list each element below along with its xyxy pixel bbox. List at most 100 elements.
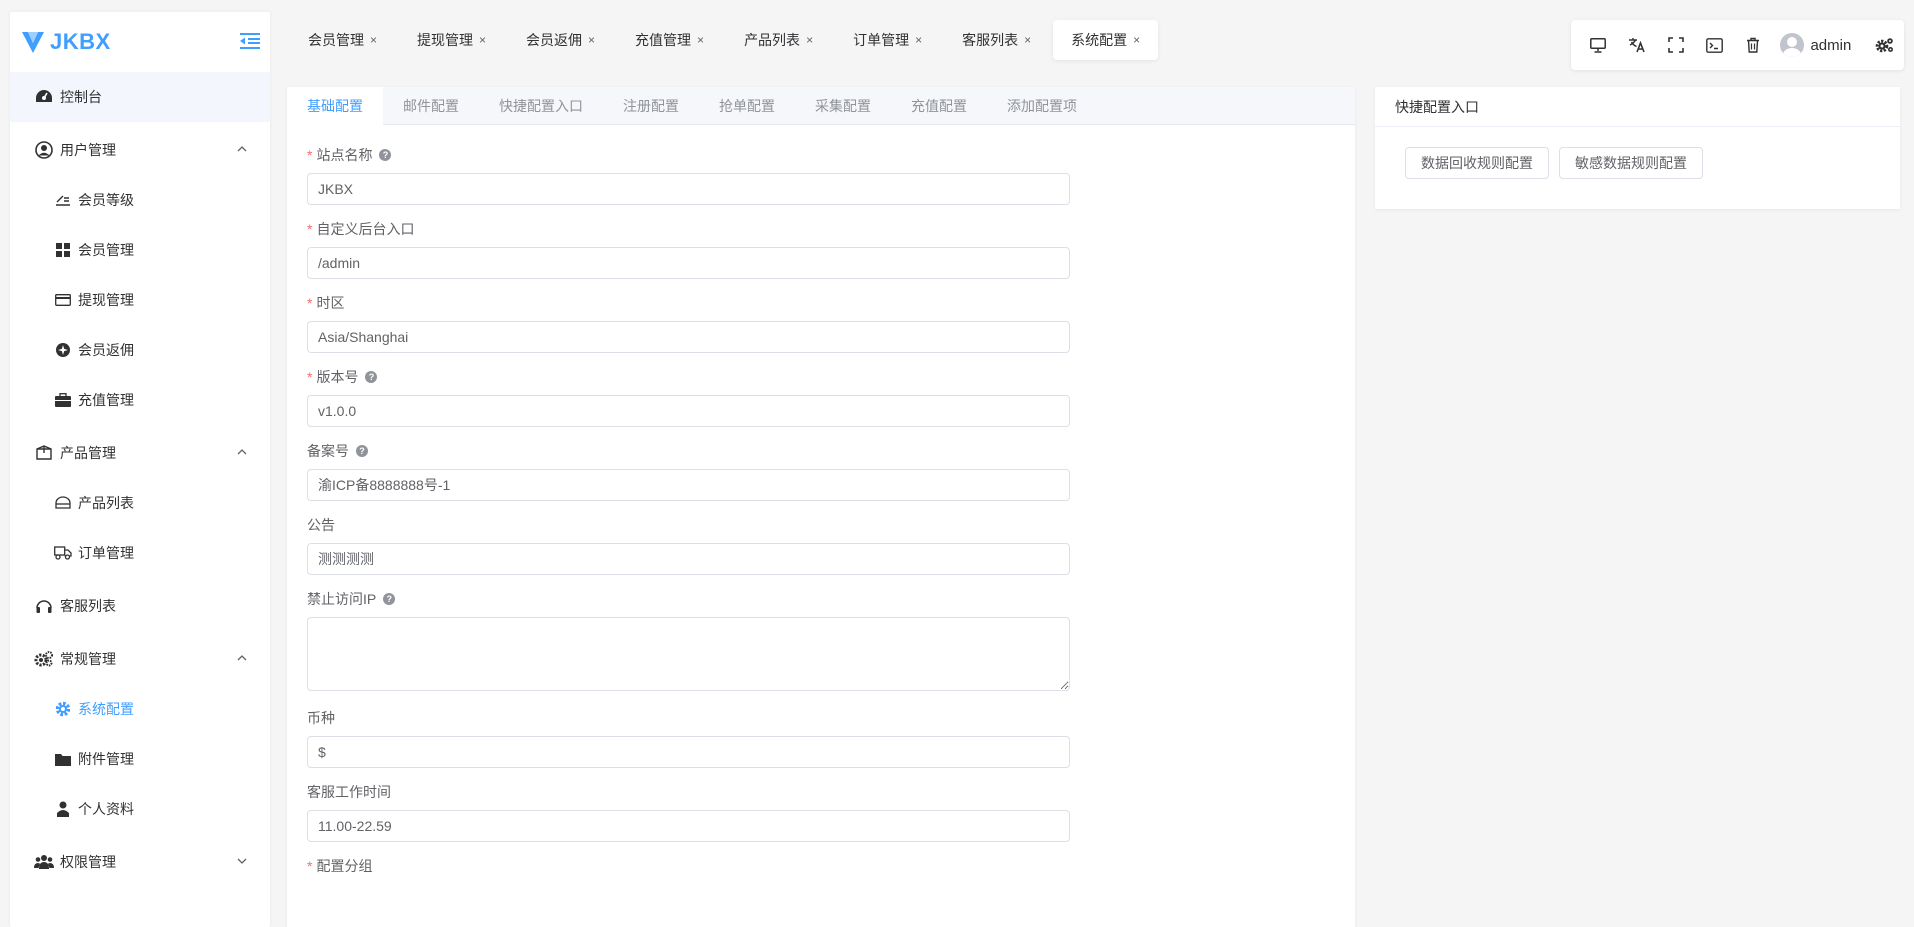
grid-icon (54, 241, 72, 259)
form-item-icp: 备案号? (307, 441, 1335, 501)
close-icon[interactable]: × (1024, 33, 1031, 47)
nav-tab-label: 会员管理 (308, 32, 364, 48)
help-icon[interactable]: ? (379, 149, 392, 161)
sidebar-group-label: 常规管理 (60, 651, 116, 667)
field-label: 备案号 (307, 443, 349, 459)
tab-basic-config[interactable]: 基础配置 (287, 87, 383, 125)
close-icon[interactable]: × (588, 33, 595, 47)
sidebar-item-dashboard[interactable]: 控制台 (10, 72, 270, 122)
sidebar-group-general[interactable]: 常规管理 (10, 634, 270, 684)
sidebar-group-label: 产品管理 (60, 445, 116, 461)
sidebar-item-label: 个人资料 (78, 801, 134, 817)
required-mark: * (307, 221, 313, 237)
nav-tab-system-config[interactable]: 系统配置 × (1053, 20, 1159, 60)
level-icon (54, 191, 72, 209)
close-icon[interactable]: × (1133, 33, 1140, 47)
nav-tab-recharge[interactable]: 充值管理 × (617, 20, 722, 60)
sidebar-item-label: 产品列表 (78, 495, 134, 511)
quick-entry-body: 数据回收规则配置 敏感数据规则配置 (1375, 127, 1900, 199)
site-name-input[interactable] (307, 173, 1070, 205)
sidebar-item-member-level[interactable]: 会员等级 (10, 175, 270, 225)
sidebar-item-withdraw[interactable]: 提现管理 (10, 275, 270, 325)
sidebar-group-product[interactable]: 产品管理 (10, 428, 270, 478)
sidebar-item-system-config[interactable]: 系统配置 (10, 684, 270, 734)
nav-tab-order[interactable]: 订单管理 × (835, 20, 940, 60)
close-icon[interactable]: × (806, 33, 813, 47)
monitor-icon[interactable] (1579, 25, 1618, 65)
help-icon[interactable]: ? (356, 445, 368, 457)
sidebar: JKBX 控制台 用户管理 会员等级 会员管理 提现管理 会员返佣 充值管理 产… (10, 12, 270, 927)
sidebar-item-label: 控制台 (60, 89, 102, 105)
help-icon[interactable]: ? (383, 593, 396, 605)
sidebar-item-product-list[interactable]: 产品列表 (10, 478, 270, 528)
box-icon (34, 443, 54, 463)
close-icon[interactable]: × (479, 33, 486, 47)
gear-icon (54, 700, 72, 718)
settings-icon[interactable] (1865, 25, 1904, 65)
nav-tab-withdraw[interactable]: 提现管理 × (399, 20, 504, 60)
field-label: 自定义后台入口 (316, 221, 415, 237)
trash-icon[interactable] (1734, 25, 1773, 65)
close-icon[interactable]: × (370, 33, 377, 47)
avatar (1780, 33, 1805, 57)
chevron-down-icon (237, 858, 247, 864)
tab-collect-config[interactable]: 采集配置 (795, 87, 891, 125)
sidebar-group-permission[interactable]: 权限管理 (10, 837, 270, 887)
sidebar-item-profile[interactable]: 个人资料 (10, 784, 270, 834)
notice-input[interactable] (307, 543, 1070, 575)
form-item-notice: 公告 (307, 515, 1335, 575)
sensitive-data-rule-button[interactable]: 敏感数据规则配置 (1559, 147, 1703, 179)
banned-ip-textarea[interactable] (307, 617, 1070, 691)
gears-icon (34, 649, 54, 669)
timezone-input[interactable] (307, 321, 1070, 353)
help-icon[interactable]: ? (365, 371, 378, 383)
version-input[interactable] (307, 395, 1070, 427)
service-hours-input[interactable] (307, 810, 1070, 842)
field-label: 配置分组 (316, 858, 373, 874)
tab-quick-entry[interactable]: 快捷配置入口 (479, 87, 603, 125)
sidebar-group-user[interactable]: 用户管理 (10, 125, 270, 175)
user-menu[interactable]: admin (1780, 33, 1851, 57)
users-icon (34, 852, 54, 872)
form-item-site-name: * 站点名称? (307, 145, 1335, 205)
sidebar-item-label: 提现管理 (78, 292, 134, 308)
tab-email-config[interactable]: 邮件配置 (383, 87, 479, 125)
sidebar-item-commission[interactable]: 会员返佣 (10, 325, 270, 375)
tab-recharge-config[interactable]: 充值配置 (891, 87, 987, 125)
fullscreen-icon[interactable] (1656, 25, 1695, 65)
top-toolbar: admin (1571, 20, 1904, 70)
sidebar-item-member-manage[interactable]: 会员管理 (10, 225, 270, 275)
currency-input[interactable] (307, 736, 1070, 768)
nav-tab-product-list[interactable]: 产品列表 × (726, 20, 831, 60)
translate-icon[interactable] (1618, 25, 1657, 65)
field-label: 站点名称 (316, 147, 373, 163)
required-mark: * (307, 147, 313, 163)
sidebar-item-recharge[interactable]: 充值管理 (10, 375, 270, 425)
terminal-icon[interactable] (1695, 25, 1734, 65)
admin-entry-input[interactable] (307, 247, 1070, 279)
config-card: 基础配置 邮件配置 快捷配置入口 注册配置 抢单配置 采集配置 充值配置 添加配… (287, 87, 1355, 927)
nav-tab-customer-service[interactable]: 客服列表 × (944, 20, 1049, 60)
nav-tab-commission[interactable]: 会员返佣 × (508, 20, 613, 60)
data-recycle-rule-button[interactable]: 数据回收规则配置 (1405, 147, 1549, 179)
tab-add-config-item[interactable]: 添加配置项 (987, 87, 1097, 125)
sidebar-item-attachment[interactable]: 附件管理 (10, 734, 270, 784)
close-icon[interactable]: × (915, 33, 922, 47)
menu-collapse-icon[interactable] (240, 32, 260, 50)
field-label: 客服工作时间 (307, 784, 391, 800)
nav-tab-member-manage[interactable]: 会员管理 × (290, 20, 395, 60)
sidebar-item-order[interactable]: 订单管理 (10, 528, 270, 578)
dashboard-icon (34, 87, 54, 107)
sidebar-item-label: 客服列表 (60, 598, 116, 614)
form-item-banned-ip: 禁止访问IP? (307, 589, 1335, 694)
sidebar-item-customer-service[interactable]: 客服列表 (10, 581, 270, 631)
field-label: 币种 (307, 710, 335, 726)
icp-input[interactable] (307, 469, 1070, 501)
close-icon[interactable]: × (697, 33, 704, 47)
tab-register-config[interactable]: 注册配置 (603, 87, 699, 125)
truck-icon (54, 544, 72, 562)
username: admin (1810, 36, 1852, 54)
card-icon (54, 291, 72, 309)
tab-grab-order-config[interactable]: 抢单配置 (699, 87, 795, 125)
form-item-admin-entry: * 自定义后台入口 (307, 219, 1335, 279)
